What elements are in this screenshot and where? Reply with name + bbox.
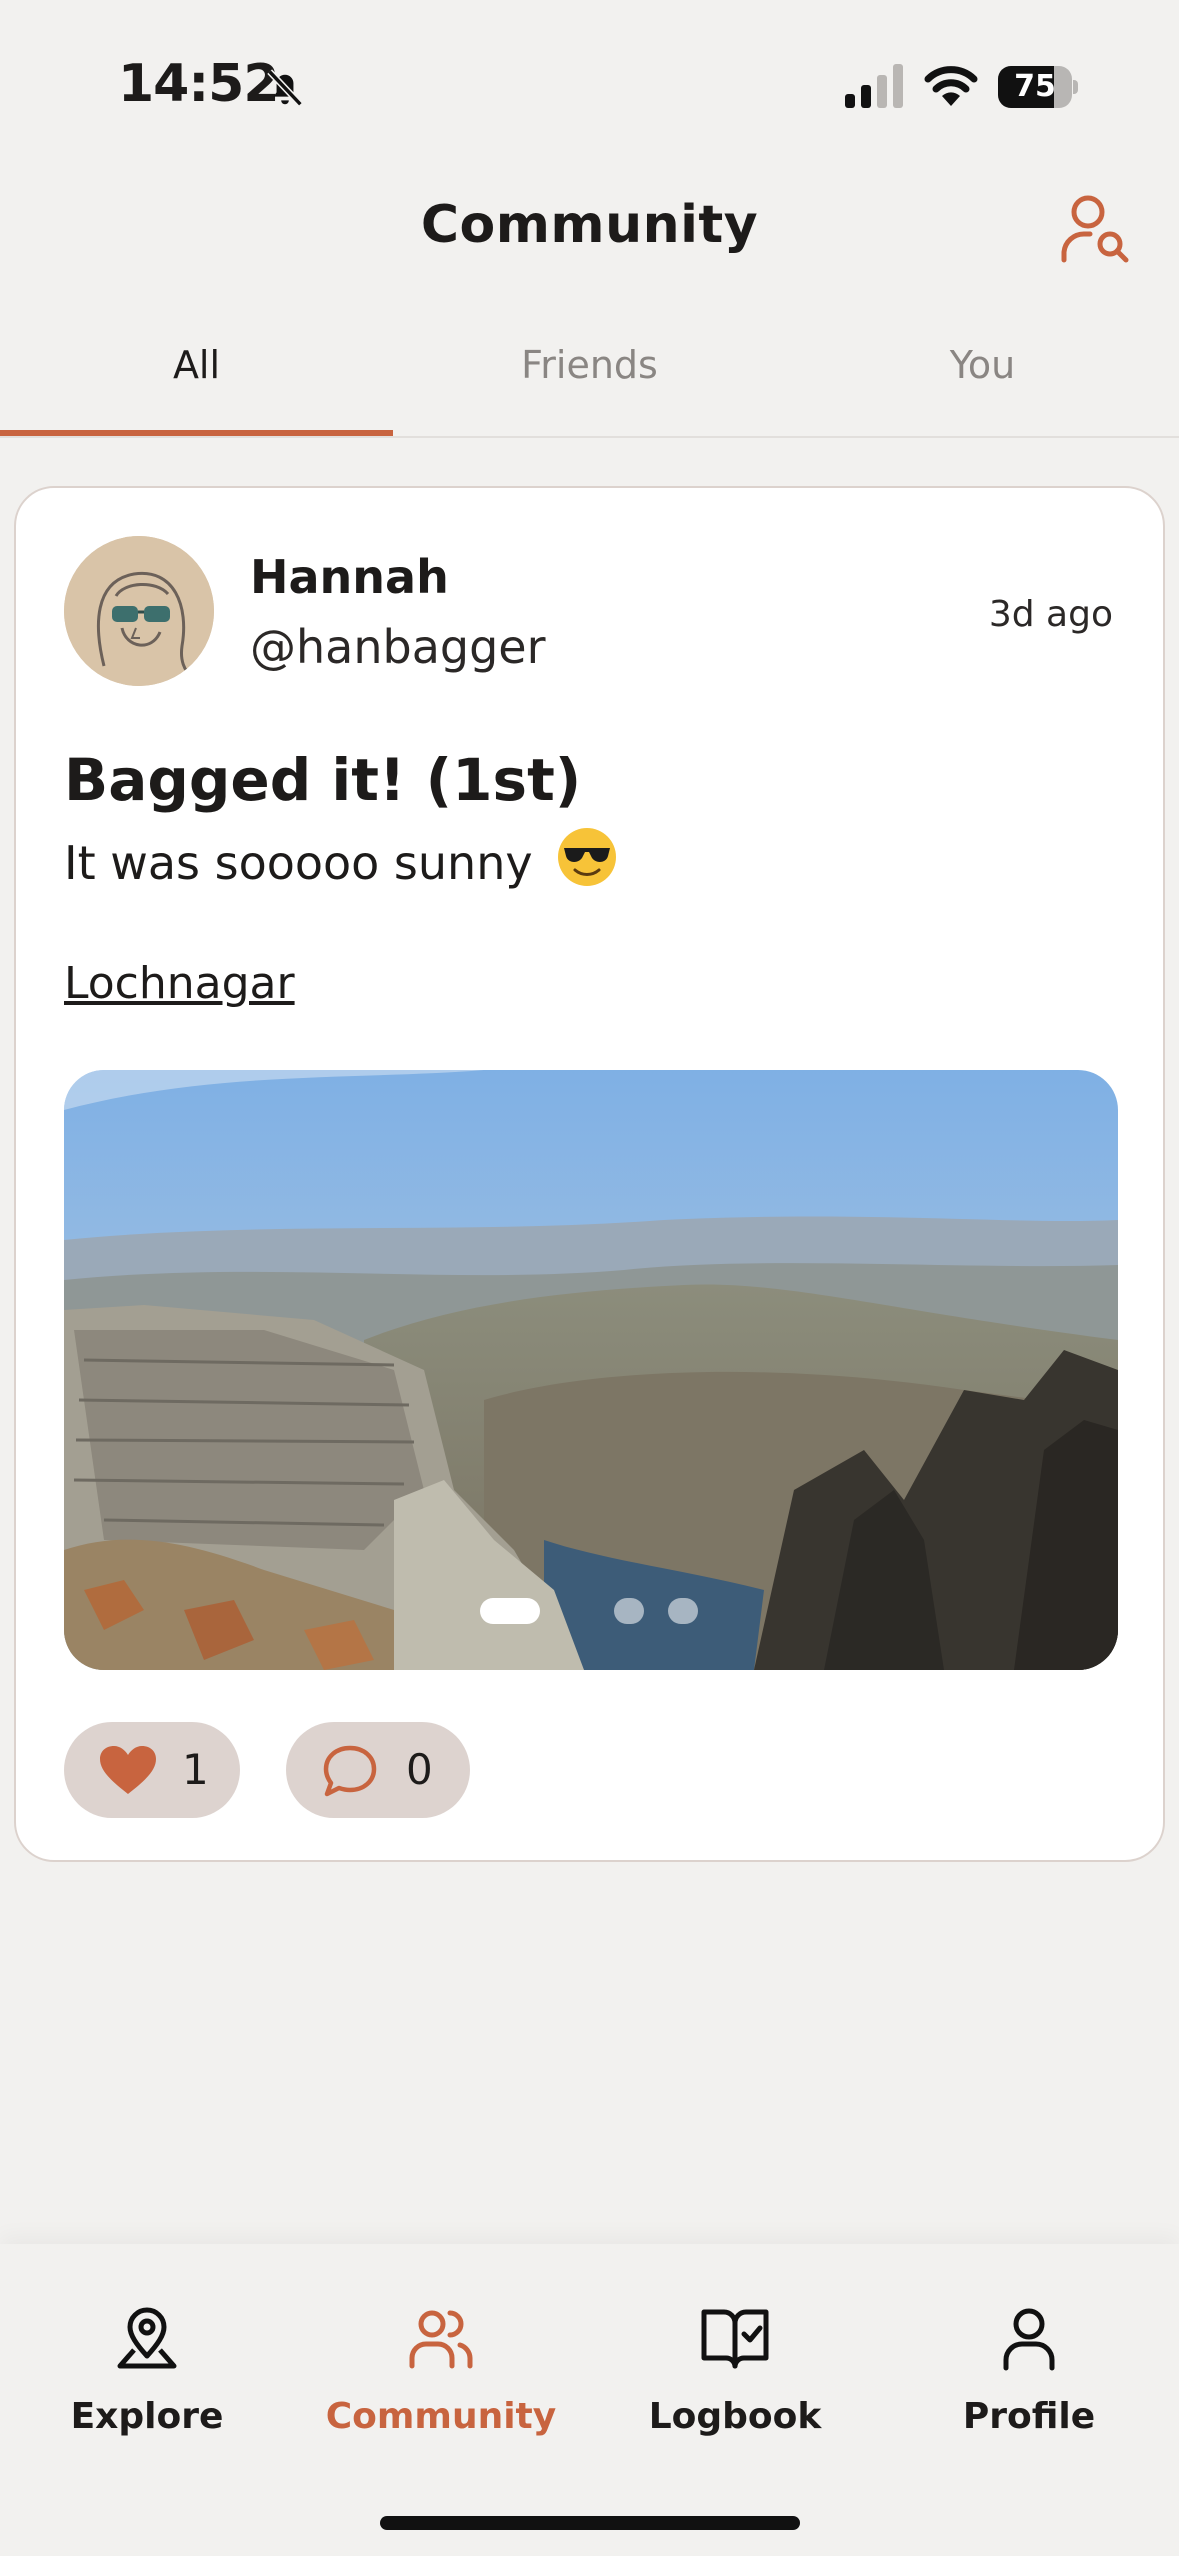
nav-label: Community (325, 2396, 557, 2437)
like-count: 1 (182, 1745, 209, 1794)
users-icon (409, 2310, 473, 2369)
bell-off-icon (267, 69, 303, 107)
comment-count: 0 (406, 1745, 433, 1794)
nav-label: Logbook (648, 2396, 822, 2437)
cellular-signal-icon (845, 64, 903, 108)
bottom-nav: Explore Community Logbook Profile (0, 2244, 1179, 2556)
battery-indicator: 75 (998, 66, 1078, 108)
nav-profile[interactable]: Profile (882, 2304, 1176, 2444)
status-bar: 14:52 75 (0, 0, 1179, 170)
book-check-icon (701, 2309, 769, 2369)
home-indicator[interactable] (380, 2516, 800, 2530)
nav-label: Profile (962, 2396, 1096, 2437)
map-pin-icon (117, 2307, 177, 2369)
wifi-icon (924, 66, 978, 106)
avatar[interactable] (64, 536, 214, 686)
author-handle: @hanbagger (250, 620, 546, 674)
nav-logbook[interactable]: Logbook (588, 2304, 882, 2444)
nav-explore[interactable]: Explore (0, 2304, 294, 2444)
user-search-icon[interactable] (1060, 192, 1130, 266)
carousel-dot-active[interactable] (480, 1598, 540, 1624)
nav-community[interactable]: Community (294, 2304, 588, 2444)
post-title: Bagged it! (1st) (64, 746, 582, 814)
heart-icon (100, 1746, 156, 1794)
sunglasses-emoji-icon (558, 828, 616, 886)
page-title: Community (420, 195, 759, 255)
carousel-dot[interactable] (614, 1598, 644, 1624)
comment-button[interactable]: 0 (286, 1722, 470, 1818)
post-timestamp: 3d ago (988, 594, 1113, 635)
status-time: 14:52 (118, 54, 280, 114)
like-button[interactable]: 1 (64, 1722, 240, 1818)
battery-percentage: 75 (1014, 69, 1056, 104)
location-link[interactable]: Lochnagar (64, 958, 295, 1009)
post-body: It was sooooo sunny (64, 836, 533, 890)
carousel-dot[interactable] (668, 1598, 698, 1624)
tab-friends[interactable]: Friends (393, 330, 786, 436)
post-card[interactable]: Hannah @hanbagger 3d ago Bagged it! (1st… (14, 486, 1165, 1862)
post-photo[interactable] (64, 1070, 1118, 1670)
nav-label: Explore (70, 2396, 224, 2437)
user-icon (1003, 2308, 1055, 2371)
tab-bar: All Friends You (0, 330, 1179, 438)
tab-all[interactable]: All (0, 330, 393, 436)
tab-you[interactable]: You (786, 330, 1179, 436)
tab-indicator (0, 430, 393, 436)
comment-icon (323, 1745, 377, 1797)
author-name[interactable]: Hannah (250, 550, 449, 604)
